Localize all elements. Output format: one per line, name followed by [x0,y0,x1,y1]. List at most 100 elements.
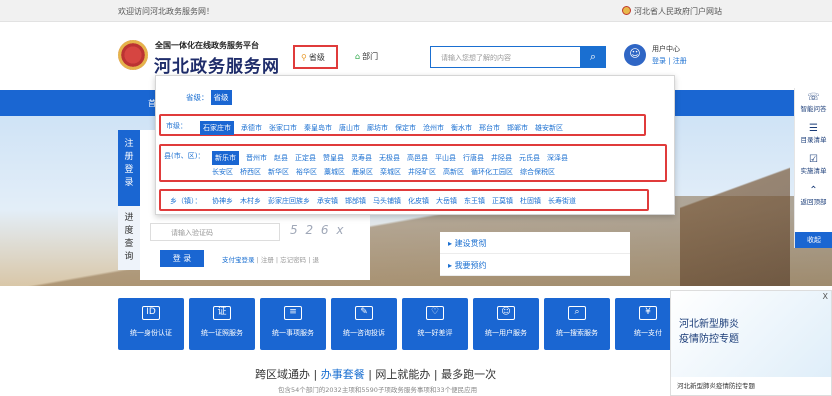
site-title[interactable]: 河北政务服务网 [154,52,280,77]
site-logo[interactable] [118,40,148,70]
slogan-separator: | [310,368,321,381]
county-option[interactable]: 桥西区 [240,167,261,177]
captcha-input[interactable]: 请输入验证码 [150,223,280,241]
township-option[interactable]: 杜固镇 [520,196,541,206]
search-button[interactable]: ⌕ [580,46,606,68]
county-option[interactable]: 晋州市 [246,153,267,163]
city-option[interactable]: 沧州市 [423,123,444,133]
level-selector-button[interactable]: ⚲ 省级 [293,45,338,69]
county-option[interactable]: 新乐市 [212,151,239,165]
service-tile[interactable]: ⌕ 统一搜索服务 [544,298,610,350]
license-icon: 证 [213,306,231,320]
service-tile[interactable]: ≡ 统一事项服务 [260,298,326,350]
department-icon: ⌂ [355,52,361,61]
gov-portal-link[interactable]: 河北省人民政府门户网站 [622,6,722,17]
city-option[interactable]: 秦皇岛市 [304,123,332,133]
county-option[interactable]: 井陉矿区 [408,167,436,177]
service-tile-label: 统一事项服务 [272,329,314,337]
county-option[interactable]: 高新区 [443,167,464,177]
rail-item-qa[interactable]: ☏ 智能问答 [795,88,832,119]
quick-link-item[interactable]: ▸ 建设贯彻 [440,232,630,254]
department-label: 部门 [362,52,379,61]
city-option[interactable]: 承德市 [241,123,262,133]
township-option[interactable]: 东王镇 [464,196,485,206]
national-emblem-icon [622,6,631,15]
county-option[interactable]: 井陉县 [491,153,512,163]
township-option[interactable]: 承安镇 [317,196,338,206]
county-option[interactable]: 正定县 [295,153,316,163]
city-option[interactable]: 雄安新区 [535,123,563,133]
county-option[interactable]: 藁城区 [324,167,345,177]
slogan-separator: | [430,368,442,381]
alipay-login-link[interactable]: 支付宝登录 [222,256,255,264]
user-avatar[interactable]: ☺ [624,44,646,66]
county-option[interactable]: 综合保税区 [520,167,555,177]
township-option[interactable]: 木村乡 [240,196,261,206]
login-tab-progress[interactable]: 进度查询 [118,206,140,270]
township-option[interactable]: 彭家庄回族乡 [268,196,310,206]
rail-collapse-button[interactable]: 收起 [795,232,832,248]
slogan: 跨区域通办 | 办事套餐 | 网上就能办 | 最多跑一次 [255,366,496,382]
township-option[interactable]: 大岳镇 [436,196,457,206]
township-option[interactable]: 邯邰镇 [345,196,366,206]
level-row-label: 省级： [186,93,209,102]
township-option[interactable]: 正莫镇 [492,196,513,206]
level-chip-provincial[interactable]: 省级 [210,90,232,105]
county-option[interactable]: 循环化工园区 [471,167,513,177]
rail-item-catalog[interactable]: ☰ 目录清单 [795,119,832,150]
captcha-image[interactable]: 5 2 6 x [290,223,360,241]
service-tile[interactable]: ♡ 统一好差评 [402,298,468,350]
service-tile[interactable]: 证统一证照服务 [189,298,255,350]
township-option[interactable]: 马头铺镇 [373,196,401,206]
service-tile[interactable]: ID 统一身份认证 [118,298,184,350]
city-option[interactable]: 邯郸市 [507,123,528,133]
city-option[interactable]: 张家口市 [269,123,297,133]
slogan-part-highlight[interactable]: 办事套餐 [321,368,365,381]
login-tab-register[interactable]: 注册登录 进度查询 [118,130,140,270]
township-option[interactable]: 化皮镇 [408,196,429,206]
list-icon: ☰ [809,123,818,134]
unified-services-row: ID 统一身份认证 证统一证照服务 ≡ 统一事项服务 ✎ 统一咨询投诉 ♡ 统一好差评 ☺ 统一用户… [118,298,681,350]
login-button[interactable]: 登 录 [160,250,204,267]
department-button[interactable]: ⌂ 部门 [355,51,378,62]
county-option[interactable]: 元氏县 [519,153,540,163]
login-register-links[interactable]: 登录 | 注册 [652,56,687,66]
county-option[interactable]: 行唐县 [463,153,484,163]
rail-label: 返回顶部 [800,198,827,206]
city-option[interactable]: 邢台市 [479,123,500,133]
county-option[interactable]: 灵寿县 [351,153,372,163]
epidemic-ad-popup[interactable]: 河北新型肺炎 疫情防控专题 X 河北新型肺炎疫情防控专题 [670,290,832,396]
county-option[interactable]: 赵县 [274,153,288,163]
county-option[interactable]: 平山县 [435,153,456,163]
ad-caption[interactable]: 河北新型肺炎疫情防控专题 [677,380,755,390]
rail-item-back-to-top[interactable]: ⌃ 返回顶部 [795,181,832,212]
county-option[interactable]: 高邑县 [407,153,428,163]
county-option[interactable]: 长安区 [212,167,233,177]
city-option[interactable]: 廊坊市 [367,123,388,133]
township-option[interactable]: 协神乡 [212,196,233,206]
county-option[interactable]: 栾城区 [380,167,401,177]
city-option[interactable]: 保定市 [395,123,416,133]
city-option[interactable]: 衡水市 [451,123,472,133]
city-option[interactable]: 石家庄市 [200,121,234,135]
service-tile[interactable]: ☺ 统一用户服务 [473,298,539,350]
township-option[interactable]: 长寿街道 [548,196,576,206]
other-login-links[interactable]: | 注册 | 忘记密码 | 退 [257,256,319,264]
county-option[interactable]: 无极县 [379,153,400,163]
quick-link-item[interactable]: ▸ 我要预约 [440,254,630,276]
county-option[interactable]: 裕华区 [296,167,317,177]
close-icon[interactable]: X [823,292,828,301]
county-option[interactable]: 鹿泉区 [352,167,373,177]
rail-item-implementation[interactable]: ☑ 实施清单 [795,150,832,181]
service-tile[interactable]: ✎ 统一咨询投诉 [331,298,397,350]
county-option[interactable]: 赞皇县 [323,153,344,163]
user-center-title: 用户中心 [652,45,680,53]
search-input[interactable]: 请输入您想了解的内容 [430,46,580,68]
rail-label: 目录清单 [800,136,827,144]
ad-title: 河北新型肺炎 疫情防控专题 [679,317,739,347]
city-list: 石家庄市 承德市 张家口市 秦皇岛市 唐山市 廊坊市 保定市 沧州市 衡水市 邢台市 邯郸市 雄安新区 [200,121,570,135]
county-option[interactable]: 深泽县 [547,153,568,163]
city-option[interactable]: 唐山市 [339,123,360,133]
county-option[interactable]: 新华区 [268,167,289,177]
gov-portal-label[interactable]: 河北省人民政府门户网站 [634,7,722,16]
